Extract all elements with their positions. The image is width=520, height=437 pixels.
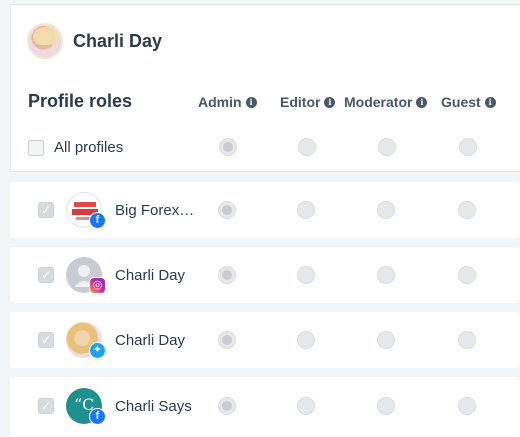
role-header-admin: Admin i xyxy=(198,94,257,110)
profile-row: ✓ ✦ Charli Day xyxy=(10,312,520,368)
role-header-editor: Editor i xyxy=(280,94,336,110)
profile-checkbox[interactable]: ✓ xyxy=(38,332,54,348)
info-icon[interactable]: i xyxy=(245,96,257,108)
user-name: Charli Day xyxy=(73,30,163,51)
all-profiles-row: All profiles xyxy=(28,139,123,156)
profile-row: ✓ ◎ Charli Day xyxy=(10,247,520,303)
info-icon[interactable]: i xyxy=(324,96,336,108)
info-icon[interactable]: i xyxy=(416,96,428,108)
profile-checkbox[interactable]: ✓ xyxy=(38,202,54,218)
editor-radio[interactable] xyxy=(297,331,315,349)
moderator-radio[interactable] xyxy=(377,331,395,349)
moderator-radio[interactable] xyxy=(377,397,395,415)
facebook-icon: f xyxy=(89,408,106,425)
admin-radio[interactable] xyxy=(218,266,236,284)
profile-name: Charli Says xyxy=(115,398,192,415)
profile-name: Charli Day xyxy=(115,267,186,284)
profile-name: Big Forex… xyxy=(115,202,195,219)
profile-roles-title: Profile roles xyxy=(28,91,133,111)
instagram-icon: ◎ xyxy=(89,277,106,294)
profile-row: ✓ “C f Charli Says xyxy=(10,377,520,437)
profile-row: ✓ f Big Forex… xyxy=(10,182,520,238)
info-icon[interactable]: i xyxy=(484,96,496,108)
role-header-guest: Guest i xyxy=(441,94,496,110)
all-guest-radio[interactable] xyxy=(459,138,477,156)
admin-radio[interactable] xyxy=(218,331,236,349)
all-editor-radio[interactable] xyxy=(298,138,316,156)
roles-panel: Charli Day Profile roles Admin i Editor … xyxy=(10,4,520,172)
profile-checkbox[interactable]: ✓ xyxy=(38,267,54,283)
all-profiles-checkbox[interactable] xyxy=(28,139,44,156)
all-profiles-label: All profiles xyxy=(54,139,124,156)
guest-radio[interactable] xyxy=(458,266,476,284)
guest-radio[interactable] xyxy=(458,201,476,219)
twitter-icon: ✦ xyxy=(89,342,106,359)
admin-radio[interactable] xyxy=(218,397,236,415)
editor-radio[interactable] xyxy=(297,201,315,219)
admin-radio[interactable] xyxy=(218,201,236,219)
role-header-moderator: Moderator i xyxy=(344,94,428,110)
user-avatar xyxy=(27,23,63,59)
all-moderator-radio[interactable] xyxy=(378,138,396,156)
editor-radio[interactable] xyxy=(297,266,315,284)
editor-radio[interactable] xyxy=(297,397,315,415)
facebook-icon: f xyxy=(89,212,106,229)
user-header: Charli Day xyxy=(27,23,162,59)
moderator-radio[interactable] xyxy=(377,201,395,219)
profile-checkbox[interactable]: ✓ xyxy=(38,398,54,414)
guest-radio[interactable] xyxy=(458,397,476,415)
moderator-radio[interactable] xyxy=(377,266,395,284)
guest-radio[interactable] xyxy=(458,331,476,349)
all-admin-radio[interactable] xyxy=(219,138,237,156)
profile-name: Charli Day xyxy=(115,332,186,349)
